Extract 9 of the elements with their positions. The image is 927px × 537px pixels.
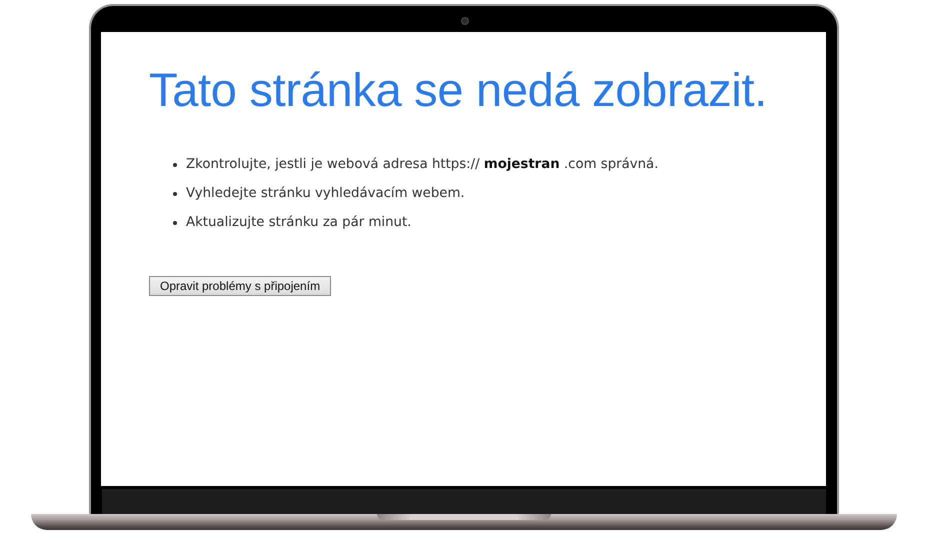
suggestion-text: Zkontrolujte, jestli je webová adresa https:// mojestran .com správná.: [186, 156, 658, 174]
suggestion-text: Vyhledejte stránku vyhledávacím webem.: [186, 185, 465, 203]
suggestion-text: Aktualizujte stránku za pár minut.: [186, 214, 412, 232]
fix-connection-button[interactable]: Opravit problémy s připojením: [149, 276, 332, 296]
bullet-icon: [173, 192, 177, 196]
bullet-icon: [173, 221, 177, 225]
page-title: Tato stránka se nedá zobrazit.: [149, 62, 768, 118]
bullet-icon: [173, 163, 177, 167]
camera-icon: [460, 17, 468, 25]
